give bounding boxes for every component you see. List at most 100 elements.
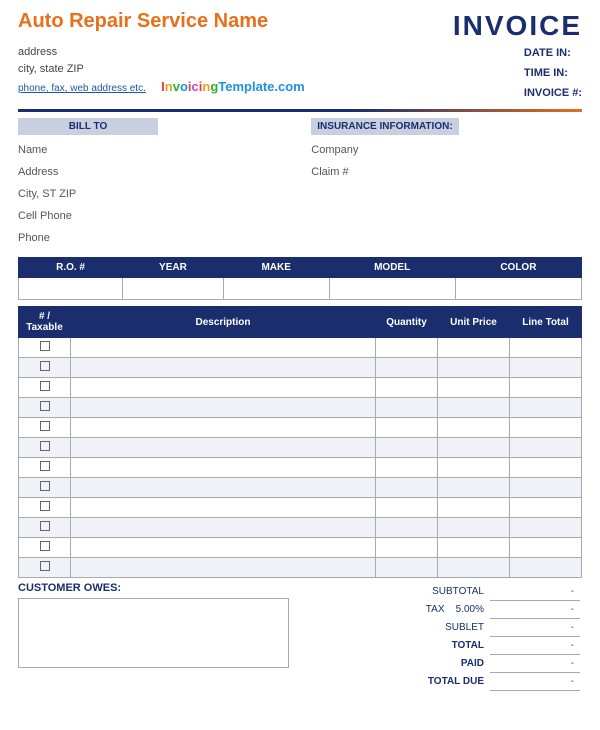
item-checkbox[interactable] xyxy=(40,341,50,351)
item-num-cell xyxy=(19,558,71,578)
item-num-cell xyxy=(19,398,71,418)
invoice-title: INVOICE xyxy=(453,10,582,42)
total-due-value: - xyxy=(490,672,580,690)
item-desc-cell xyxy=(71,358,376,378)
item-total-cell xyxy=(510,478,582,498)
item-unit-cell xyxy=(438,398,510,418)
item-unit-cell xyxy=(438,338,510,358)
item-checkbox[interactable] xyxy=(40,381,50,391)
item-qty-cell xyxy=(376,398,438,418)
item-unit-cell xyxy=(438,478,510,498)
item-total-cell xyxy=(510,418,582,438)
item-checkbox[interactable] xyxy=(40,521,50,531)
paid-row: PAID - xyxy=(300,654,580,672)
item-row xyxy=(19,418,582,438)
address-line2: city, state ZIP xyxy=(18,61,305,78)
item-num-cell xyxy=(19,478,71,498)
vehicle-model xyxy=(329,278,455,300)
item-row xyxy=(19,558,582,578)
sublet-label: SUBLET xyxy=(300,618,490,636)
item-unit-cell xyxy=(438,438,510,458)
item-checkbox[interactable] xyxy=(40,461,50,471)
total-due-row: TOTAL DUE - xyxy=(300,672,580,690)
item-checkbox[interactable] xyxy=(40,561,50,571)
vehicle-year xyxy=(123,278,224,300)
total-value: - xyxy=(490,636,580,654)
tax-row: TAX 5.00% - xyxy=(300,600,580,618)
subtotal-value: - xyxy=(490,582,580,600)
vehicle-color xyxy=(455,278,581,300)
item-desc-cell xyxy=(71,438,376,458)
customer-owes-box[interactable] xyxy=(18,598,289,668)
item-desc-cell xyxy=(71,518,376,538)
item-row xyxy=(19,538,582,558)
item-desc-cell xyxy=(71,558,376,578)
bill-to-fields: Name Address City, ST ZIP Cell Phone Pho… xyxy=(18,139,289,249)
item-total-cell xyxy=(510,438,582,458)
item-desc-cell xyxy=(71,398,376,418)
item-row xyxy=(19,358,582,378)
address-line1: address xyxy=(18,44,305,61)
item-row xyxy=(19,518,582,538)
item-desc-cell xyxy=(71,538,376,558)
item-total-cell xyxy=(510,518,582,538)
item-row xyxy=(19,438,582,458)
item-desc-cell xyxy=(71,418,376,438)
item-unit-cell xyxy=(438,358,510,378)
item-row xyxy=(19,378,582,398)
item-checkbox[interactable] xyxy=(40,501,50,511)
sublet-row: SUBLET - xyxy=(300,618,580,636)
col-header-num: # / Taxable xyxy=(19,307,71,338)
invoicing-logo: InvoicingTemplate.com xyxy=(161,79,305,94)
vehicle-table: R.O. # YEAR MAKE MODEL COLOR xyxy=(18,257,582,300)
insurance-header: INSURANCE INFORMATION: xyxy=(311,118,458,135)
insurance-fields: Company Claim # xyxy=(311,139,582,183)
item-unit-cell xyxy=(438,498,510,518)
item-desc-cell xyxy=(71,478,376,498)
item-qty-cell xyxy=(376,558,438,578)
item-total-cell xyxy=(510,378,582,398)
item-desc-cell xyxy=(71,498,376,518)
bill-insurance-section: BILL TO Name Address City, ST ZIP Cell P… xyxy=(18,118,582,249)
item-checkbox[interactable] xyxy=(40,401,50,411)
vehicle-col-year: YEAR xyxy=(123,258,224,278)
item-num-cell xyxy=(19,498,71,518)
header-divider xyxy=(18,109,582,112)
item-qty-cell xyxy=(376,498,438,518)
item-qty-cell xyxy=(376,378,438,398)
insurance-claim: Claim # xyxy=(311,161,582,183)
item-row xyxy=(19,458,582,478)
item-num-cell xyxy=(19,518,71,538)
subtotal-label: SUBTOTAL xyxy=(300,582,490,600)
item-checkbox[interactable] xyxy=(40,361,50,371)
item-checkbox[interactable] xyxy=(40,421,50,431)
item-desc-cell xyxy=(71,458,376,478)
item-unit-cell xyxy=(438,458,510,478)
item-qty-cell xyxy=(376,418,438,438)
col-header-desc: Description xyxy=(71,307,376,338)
item-total-cell xyxy=(510,458,582,478)
item-row xyxy=(19,498,582,518)
bill-to-section: BILL TO Name Address City, ST ZIP Cell P… xyxy=(18,118,289,249)
item-total-cell xyxy=(510,558,582,578)
item-checkbox[interactable] xyxy=(40,441,50,451)
item-checkbox[interactable] xyxy=(40,481,50,491)
item-qty-cell xyxy=(376,478,438,498)
bill-name: Name xyxy=(18,139,289,161)
item-total-cell xyxy=(510,338,582,358)
item-total-cell xyxy=(510,538,582,558)
vehicle-col-make: MAKE xyxy=(223,258,329,278)
insurance-company: Company xyxy=(311,139,582,161)
total-label: TOTAL xyxy=(300,636,490,654)
totals-section: SUBTOTAL - TAX 5.00% - SUBLET - TOTAL - xyxy=(300,582,582,691)
item-unit-cell xyxy=(438,418,510,438)
item-num-cell xyxy=(19,338,71,358)
col-header-total: Line Total xyxy=(510,307,582,338)
header-info: address city, state ZIP phone, fax, web … xyxy=(18,44,582,103)
item-checkbox[interactable] xyxy=(40,541,50,551)
item-unit-cell xyxy=(438,538,510,558)
company-name: Auto Repair Service Name xyxy=(18,10,268,33)
vehicle-ro xyxy=(19,278,123,300)
item-total-cell xyxy=(510,498,582,518)
contact-link[interactable]: phone, fax, web address etc. xyxy=(18,83,146,94)
